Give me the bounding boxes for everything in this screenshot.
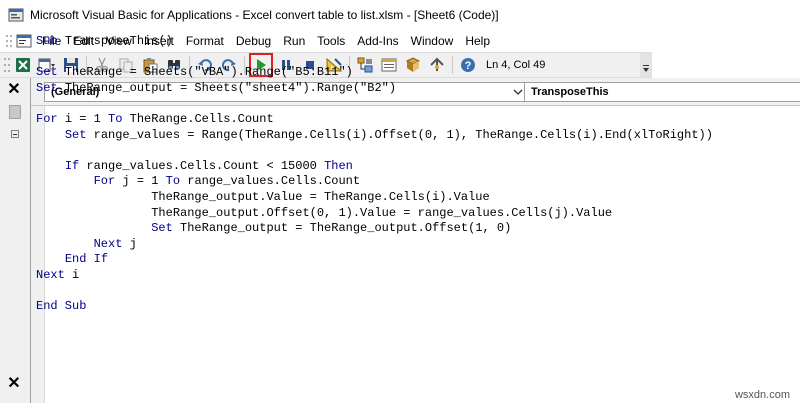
code-line[interactable]: Set TheRange = Sheets("VBA").Range("B5:B… [36,65,713,81]
code-text: i [72,267,80,282]
close-icon: ✕ [7,375,21,392]
menu-grip-icon[interactable] [4,33,14,49]
code-line[interactable]: Next i [36,268,713,284]
code-editor[interactable]: Sub TransposeThis() Set TheRange = Sheet… [36,34,713,315]
code-text: TheRange.Cells.Count [129,111,274,126]
code-text: range_values.Cells.Count < 15000 [86,158,325,173]
code-text: TheRange_output = TheRange_output.Offset… [180,221,512,236]
title-bar: Microsoft Visual Basic for Applications … [0,0,800,30]
code-text: TheRange_output.Offset(0, 1).Value = ran… [36,205,613,220]
project-pane-scrollbar[interactable] [9,105,21,119]
code-line[interactable] [36,96,713,112]
code-text: TheRange_output = Sheets("sheet4").Range… [64,80,397,95]
code-line[interactable]: End If [36,252,713,268]
code-window-icon[interactable] [16,34,32,48]
code-line[interactable]: Sub TransposeThis() [36,34,713,50]
code-line[interactable]: End Sub [36,299,713,315]
code-line[interactable] [36,50,713,66]
code-line[interactable]: Set range_values = Range(TheRange.Cells(… [36,128,713,144]
code-keyword: End Sub [36,299,87,314]
code-text: j = 1 [122,174,166,189]
code-line[interactable]: Set TheRange_output = Sheets("sheet4").R… [36,81,713,97]
code-keyword: Set [36,80,65,95]
code-keyword: To [165,174,188,189]
view-excel-button[interactable] [12,54,34,76]
code-keyword: For [36,111,65,126]
close-project-pane-button[interactable]: ✕ [5,80,23,98]
code-line[interactable] [36,143,713,159]
code-text: TheRange = Sheets("VBA").Range("B5:B11") [64,65,353,80]
code-line[interactable]: Next j [36,237,713,253]
code-keyword: End If [64,252,109,267]
code-text: range_values = Range(TheRange.Cells(i).O… [93,127,713,142]
code-keyword: Next [93,236,130,251]
code-line[interactable]: For i = 1 To TheRange.Cells.Count [36,112,713,128]
excel-icon [16,58,30,72]
code-text: j [129,236,137,251]
watermark: wsxdn.com [734,389,790,401]
window-title: Microsoft Visual Basic for Applications … [30,8,499,22]
code-keyword: If [64,158,87,173]
code-keyword: Set [64,127,94,142]
code-keyword: Sub [36,34,65,48]
side-panes-strip: ✕ ✕ [0,78,30,403]
code-text: TransposeThis() [64,34,173,48]
toolbar-grip-icon[interactable] [3,56,11,74]
code-keyword: Set [36,65,65,80]
code-text: TheRange_output.Value = TheRange.Cells(i… [36,189,490,204]
code-line[interactable]: For j = 1 To range_values.Cells.Count [36,174,713,190]
code-line[interactable]: If range_values.Cells.Count < 15000 Then [36,159,713,175]
vba-app-icon [8,8,24,22]
code-text: range_values.Cells.Count [187,174,361,189]
close-icon: ✕ [7,81,21,98]
code-keyword: Then [324,158,353,173]
code-keyword: For [93,174,123,189]
code-keyword: To [108,111,130,126]
code-text: i = 1 [64,111,109,126]
code-line[interactable]: TheRange_output.Value = TheRange.Cells(i… [36,190,713,206]
code-line[interactable]: TheRange_output.Offset(0, 1).Value = ran… [36,206,713,222]
close-properties-pane-button[interactable]: ✕ [5,374,23,392]
tree-collapse-icon[interactable] [11,130,19,138]
code-line[interactable] [36,284,713,300]
code-keyword: Next [36,267,73,282]
code-keyword: Set [151,221,181,236]
code-line[interactable]: Set TheRange_output = TheRange_output.Of… [36,221,713,237]
